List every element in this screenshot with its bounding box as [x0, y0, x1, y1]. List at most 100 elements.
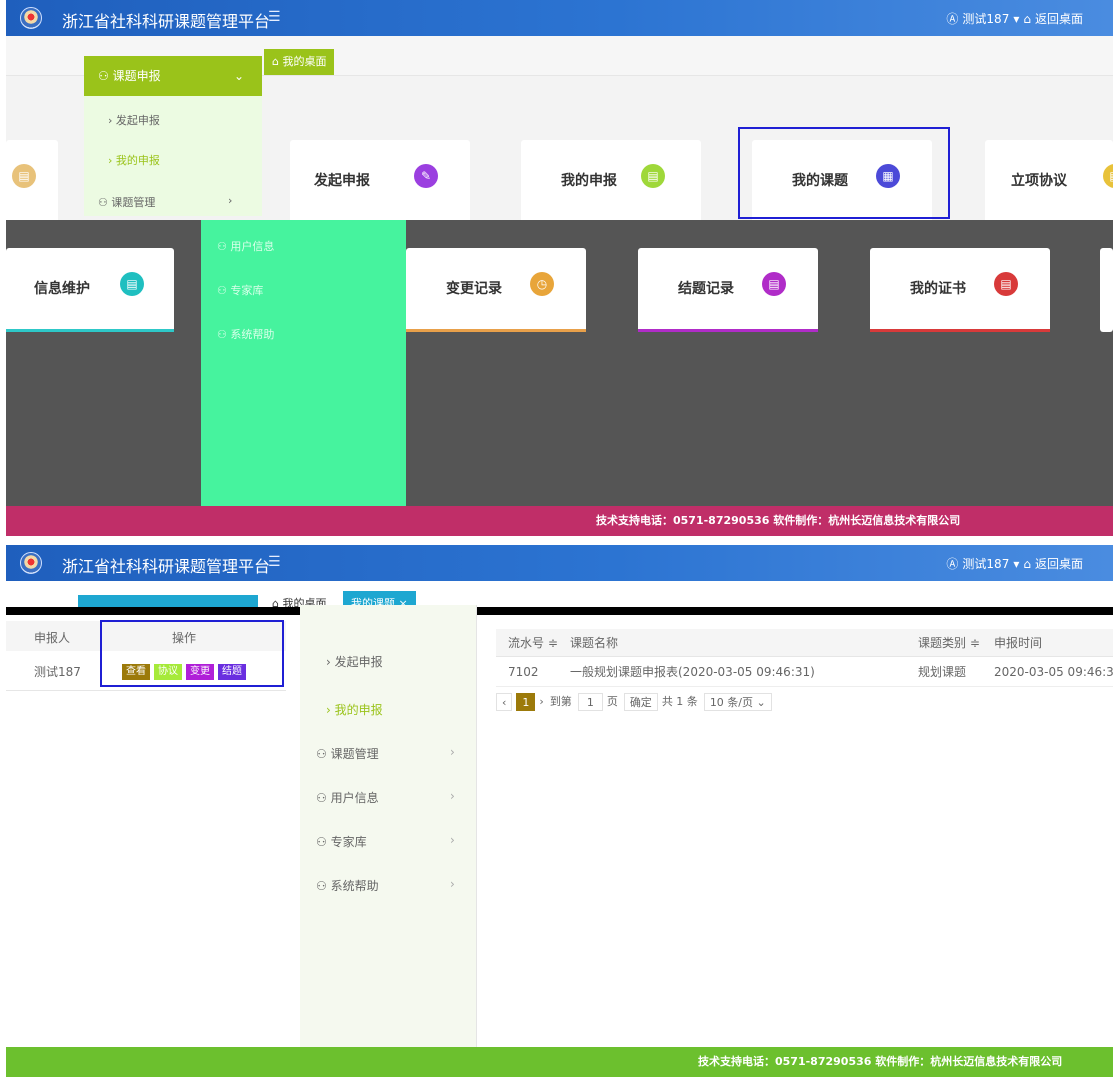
- card-completion-records[interactable]: 结题记录 ▤: [638, 248, 818, 332]
- col-serial[interactable]: 流水号 ≑: [508, 629, 558, 657]
- sidebar-head-label: 课题申报: [112, 69, 161, 83]
- sidebar-head-application[interactable]: ⚇ 课题申报 ⌄: [84, 56, 262, 96]
- highlight-box: [738, 127, 950, 219]
- col-label: 流水号: [508, 636, 545, 650]
- per-page-select[interactable]: 10 条/页 ⌄: [703, 693, 772, 711]
- tab-desktop[interactable]: ⌂ 我的桌面: [264, 49, 335, 75]
- card-label: 立项协议: [1011, 173, 1067, 189]
- menu-system-help[interactable]: ⚇ 系统帮助: [217, 326, 274, 342]
- menu-label: 系统帮助: [230, 328, 275, 341]
- sidebar-item-project-mgmt[interactable]: ⚇ 课题管理 ›: [98, 194, 232, 210]
- menu-label: 专家库: [230, 284, 264, 297]
- page-input[interactable]: 1: [577, 693, 603, 711]
- logo-icon: [20, 552, 42, 574]
- card-my-applications[interactable]: 我的申报 ▤: [521, 140, 701, 224]
- card-bar: [6, 329, 174, 332]
- col-time: 申报时间: [994, 636, 1043, 650]
- caret-down-icon[interactable]: ▾: [1013, 557, 1019, 571]
- card-info-maintain[interactable]: 信息维护 ▤: [6, 248, 174, 332]
- card-label: 变更记录: [446, 281, 502, 297]
- table-row[interactable]: 7102 一般规划课题申报表(2020-03-05 09:46:31) 规划课题…: [496, 657, 1113, 687]
- pagination: ‹ 1 › 到第 1 页确定共 1 条 10 条/页 ⌄: [496, 693, 776, 711]
- sidebar-item-start[interactable]: › 发起申报: [326, 653, 383, 670]
- sidebar-item-label: 发起申报: [334, 655, 383, 669]
- sidebar-item-start[interactable]: › 发起申报: [108, 112, 160, 128]
- sidebar-item-label: 系统帮助: [330, 879, 379, 893]
- sidebar-item-label: 发起申报: [115, 114, 160, 127]
- serial-cell: 7102: [508, 665, 539, 679]
- sidebar-dropdown: ⚇ 课题申报 ⌄ › 发起申报 › 我的申报 ⚇ 课题管理 ›: [84, 56, 262, 216]
- applicant-cell: 测试187: [34, 665, 81, 679]
- menu-expert-library[interactable]: ⚇ 专家库: [217, 282, 263, 298]
- certificate-icon: ▤: [994, 272, 1018, 296]
- card-label: 信息维护: [34, 281, 90, 297]
- col-category[interactable]: 课题类别 ≑: [918, 629, 980, 657]
- chevron-right-icon: ›: [450, 877, 455, 891]
- name-cell: 一般规划课题申报表(2020-03-05 09:46:31): [570, 665, 815, 679]
- card-my-certificates[interactable]: 我的证书 ▤: [870, 248, 1050, 332]
- table-header: 流水号 ≑ 课题名称 课题类别 ≑ 申报时间: [496, 629, 1113, 657]
- card-partial-right[interactable]: [1100, 248, 1113, 332]
- sidebar-item-label: 我的申报: [115, 154, 160, 167]
- caret-down-icon[interactable]: ▾: [1013, 12, 1019, 26]
- report-icon: ▤: [762, 272, 786, 296]
- card-label: 我的证书: [910, 281, 966, 297]
- chevron-down-icon: ⌄: [233, 69, 244, 83]
- return-desktop-link[interactable]: 返回桌面: [1035, 557, 1083, 571]
- chevron-right-icon: ›: [450, 745, 455, 759]
- confirm-button[interactable]: 确定: [623, 693, 658, 711]
- user-icon: Ⓐ: [946, 557, 959, 571]
- chevron-right-icon: ›: [228, 194, 233, 207]
- sidebar-item-experts[interactable]: ⚇ 专家库: [316, 833, 367, 850]
- menu-toggle-icon[interactable]: ☰: [268, 554, 281, 570]
- card-change-records[interactable]: 变更记录 ◷: [406, 248, 586, 332]
- footer: 技术支持电话：0571-87290536 软件制作：杭州长迈信息技术有限公司: [6, 1047, 1113, 1077]
- user-name[interactable]: 测试187: [962, 557, 1009, 571]
- sidebar: › 发起申报 › 我的申报 ⚇ 课题管理 › ⚇ 用户信息 › ⚇ 专家库 › …: [300, 605, 477, 1067]
- hover-menu: ⚇ 用户信息 ⚇ 专家库 ⚇ 系统帮助: [201, 220, 406, 506]
- col-applicant: 申报人: [34, 631, 71, 645]
- user-box[interactable]: Ⓐ 测试187 ▾ ⌂ 返回桌面: [942, 555, 1083, 572]
- highlight-box: [100, 620, 284, 687]
- menu-label: 用户信息: [230, 240, 275, 253]
- card-bar: [638, 329, 818, 332]
- top-bar: 浙江省社科科研课题管理平台 ☰ Ⓐ 测试187 ▾ ⌂ 返回桌面: [6, 545, 1113, 581]
- return-desktop-link[interactable]: 返回桌面: [1035, 12, 1083, 26]
- sidebar-item-help[interactable]: ⚇ 系统帮助: [316, 877, 379, 894]
- user-box[interactable]: Ⓐ 测试187 ▾ ⌂ 返回桌面: [942, 10, 1083, 27]
- logo-icon: [20, 7, 42, 29]
- card-partial-left[interactable]: ▤: [6, 140, 58, 224]
- menu-user-info[interactable]: ⚇ 用户信息: [217, 238, 274, 254]
- sidebar-item-user-info[interactable]: ⚇ 用户信息: [316, 789, 379, 806]
- card-label: 发起申报: [314, 173, 370, 189]
- menu-toggle-icon[interactable]: ☰: [268, 9, 281, 25]
- prev-page-icon[interactable]: ‹: [496, 693, 513, 711]
- card-bar: [406, 329, 586, 332]
- category-cell: 规划课题: [918, 665, 967, 679]
- total-count: 共 1 条: [661, 695, 698, 708]
- footer: 技术支持电话：0571-87290536 软件制作：杭州长迈信息技术有限公司: [6, 506, 1113, 536]
- info-icon: ▤: [120, 272, 144, 296]
- footer-text: 技术支持电话：0571-87290536 软件制作：杭州长迈信息技术有限公司: [698, 1055, 1063, 1068]
- sidebar-item-label: 用户信息: [330, 791, 379, 805]
- next-page-icon[interactable]: ›: [539, 695, 543, 708]
- desktop-panel: 浙江省社科科研课题管理平台 ☰ Ⓐ 测试187 ▾ ⌂ 返回桌面 ⌂ 我的桌面 ▤ 发起…: [6, 0, 1113, 536]
- page-1-button[interactable]: 1: [516, 693, 536, 711]
- sort-icon[interactable]: ≑: [970, 636, 980, 650]
- card-agreement[interactable]: 立项协议 ▤: [985, 140, 1113, 224]
- card-bar: [870, 329, 1050, 332]
- footer-text: 技术支持电话：0571-87290536 软件制作：杭州长迈信息技术有限公司: [596, 514, 961, 527]
- sort-icon[interactable]: ≑: [548, 636, 558, 650]
- home-icon: ⌂: [1023, 12, 1031, 26]
- sidebar-item-label: 我的申报: [334, 703, 383, 717]
- col-label: 课题类别: [918, 636, 967, 650]
- home-icon: ⌂: [1023, 557, 1031, 571]
- sidebar-item-mine[interactable]: › 我的申报: [326, 701, 383, 718]
- user-name[interactable]: 测试187: [962, 12, 1009, 26]
- card-start-application[interactable]: 发起申报 ✎: [290, 140, 470, 224]
- sidebar-item-mine[interactable]: › 我的申报: [108, 152, 160, 168]
- sidebar-item-project-mgmt[interactable]: ⚇ 课题管理: [316, 745, 379, 762]
- projects-panel: 浙江省社科科研课题管理平台 ☰ Ⓐ 测试187 ▾ ⌂ 返回桌面 ⌂ 我的桌面 我的课题…: [6, 545, 1113, 1077]
- app-title: 浙江省社科科研课题管理平台: [62, 12, 271, 31]
- document-icon: ▤: [641, 164, 665, 188]
